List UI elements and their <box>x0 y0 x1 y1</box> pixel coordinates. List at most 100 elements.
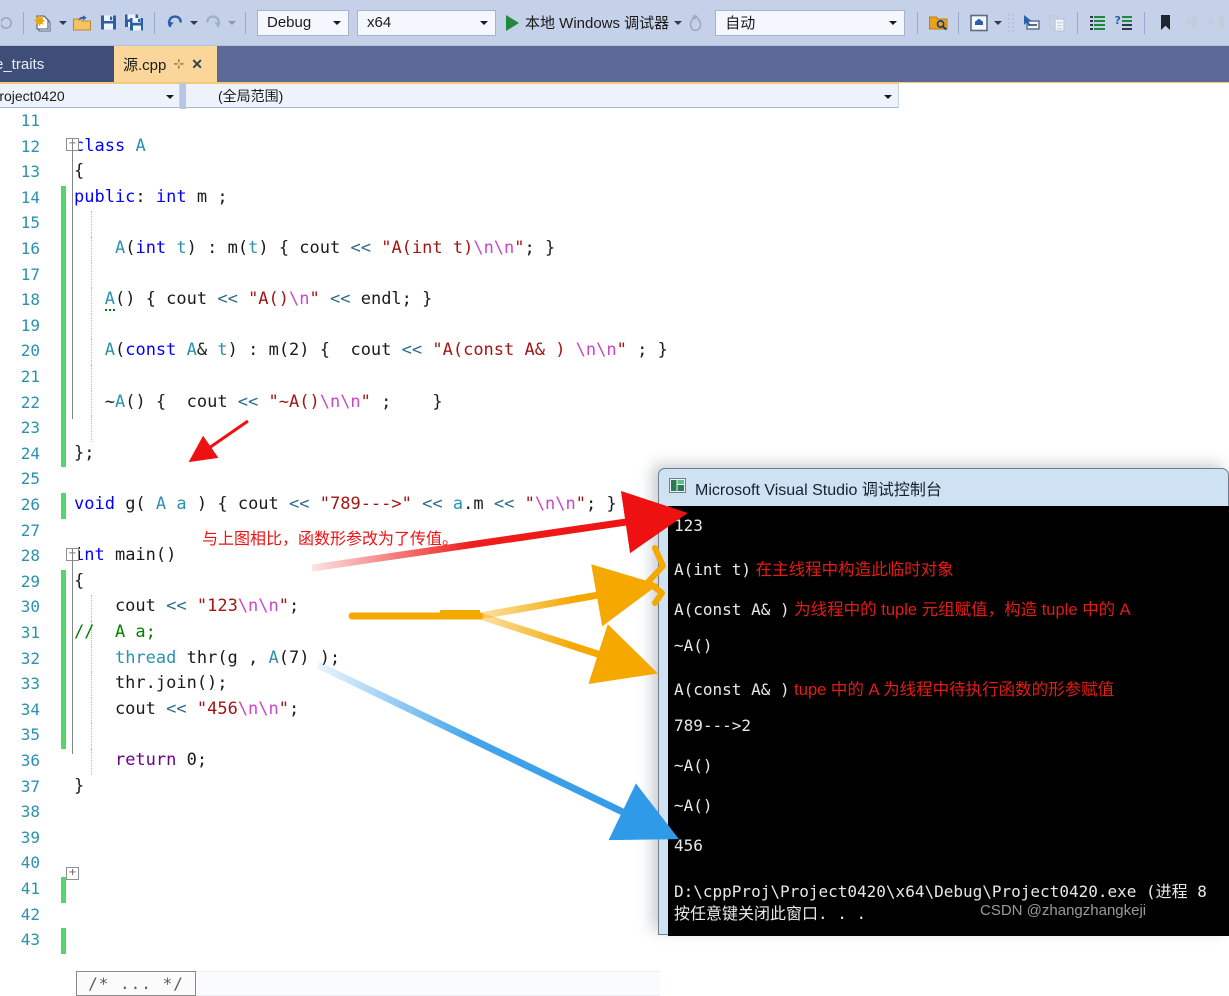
code-line[interactable]: 21 <box>0 365 1229 391</box>
line-number: 23 <box>20 418 40 438</box>
code-line[interactable]: 16 A(int t) : m(t) { cout << "A(int t)\n… <box>0 237 1229 263</box>
redo-dropdown-icon <box>226 10 238 36</box>
line-number: 31 <box>20 623 40 642</box>
change-bar <box>61 877 66 903</box>
line-number: 32 <box>20 648 40 668</box>
dotted-splitter-icon <box>1004 10 1018 36</box>
tab-source-cpp[interactable]: 源.cpp ⊹ ✕ <box>114 46 217 82</box>
line-number: 36 <box>20 751 40 770</box>
solution-configuration-select[interactable]: Debug <box>257 9 349 36</box>
code-line[interactable]: 24}; <box>0 441 1229 468</box>
indent-guide <box>91 365 93 391</box>
bookmark-icon[interactable] <box>1152 10 1178 36</box>
chevron-down-icon <box>884 88 892 104</box>
change-bar <box>61 288 66 314</box>
collapsed-region-box[interactable]: /* ... */ <box>76 971 196 996</box>
code-line[interactable]: 15 <box>0 211 1229 237</box>
toolbar-divider <box>1077 11 1079 34</box>
undo-icon[interactable] <box>162 10 188 36</box>
code-text: { <box>74 161 85 182</box>
fold-toggle-collapsed-region[interactable]: + <box>66 867 79 880</box>
line-number: 42 <box>20 904 40 924</box>
code-text: int main() <box>74 545 177 566</box>
save-icon[interactable] <box>95 10 121 36</box>
console-watermark: CSDN @zhangzhangkeji <box>980 902 1147 919</box>
console-line: 123 <box>674 516 703 535</box>
window-layout-dropdown-icon[interactable] <box>992 10 1004 36</box>
change-bar <box>61 928 66 954</box>
change-bar <box>61 697 66 724</box>
window-layout-icon[interactable] <box>966 10 992 36</box>
code-line[interactable]: 18 A() { cout << "A()\n" << endl; } <box>0 288 1229 314</box>
code-line[interactable]: 13 { <box>0 160 1229 186</box>
console-output[interactable]: 123 A(int t) 在主线程中构造此临时对象 A(const A& ) 为线程… <box>668 506 1229 936</box>
code-line[interactable]: 11 <box>0 109 1229 135</box>
undo-dropdown-icon[interactable] <box>188 10 200 36</box>
next-bookmark-icon <box>1204 10 1229 36</box>
new-item-icon[interactable] <box>31 10 57 36</box>
code-line[interactable]: 12 class A <box>0 135 1229 161</box>
save-all-icon[interactable] <box>121 10 147 36</box>
code-text: public: int m ; <box>74 186 228 207</box>
new-item-dropdown-icon[interactable] <box>57 10 69 36</box>
line-number: 33 <box>20 674 40 694</box>
solution-platform-select[interactable]: x64 <box>357 9 496 36</box>
select-element-icon[interactable] <box>1018 10 1044 36</box>
console-prompt-line: 按任意键关闭此窗口. . . <box>674 904 867 923</box>
console-line-text: ~A() <box>674 796 713 815</box>
tab-e-traits[interactable]: e_traits <box>0 46 114 82</box>
svg-text:?: ? <box>1114 14 1120 27</box>
play-icon <box>506 14 519 31</box>
line-number: 20 <box>20 341 40 361</box>
debug-console-window[interactable]: Microsoft Visual Studio 调试控制台 123 A(int t… <box>658 468 1229 936</box>
open-file-icon[interactable] <box>69 10 95 36</box>
line-number: 43 <box>20 930 40 950</box>
solution-configuration-value: Debug <box>267 14 312 31</box>
line-number: 21 <box>20 367 40 386</box>
start-debug-dropdown-icon[interactable] <box>672 10 684 36</box>
start-debug-button[interactable]: 本地 Windows 调试器 <box>506 12 669 33</box>
find-in-files-icon[interactable] <box>925 10 951 36</box>
debug-target-value: 自动 <box>725 15 756 32</box>
code-text: class A <box>74 135 146 156</box>
project-select[interactable]: Project0420 <box>0 83 180 108</box>
line-number: 39 <box>20 827 40 847</box>
format-document-icon[interactable] <box>1085 10 1111 36</box>
change-bar <box>61 185 66 212</box>
comment-selection-icon[interactable]: ? <box>1111 10 1137 36</box>
scope-select[interactable]: (全局范围) <box>186 83 899 108</box>
line-number: 13 <box>20 162 40 182</box>
editor-navigation-bar: Project0420 (全局范围) <box>0 82 1229 109</box>
project-select-value: Project0420 <box>0 87 65 104</box>
toolbar-divider <box>1144 11 1146 34</box>
code-line[interactable]: 17 <box>0 262 1229 289</box>
main-toolbar: Debug x64 本地 Windows 调试器 自动 ? <box>0 0 1229 46</box>
close-icon[interactable]: ✕ <box>191 56 203 73</box>
code-text: thread thr(g , A(7) ); <box>114 647 341 668</box>
code-line[interactable]: 22 ~A() { cout << "~A()\n\n" ; } <box>0 390 1229 417</box>
console-line-text: ~A() <box>674 636 713 655</box>
change-bar <box>61 365 66 391</box>
change-bar <box>61 390 66 417</box>
back-nav-icon[interactable] <box>0 10 16 36</box>
scope-select-value: (全局范围) <box>218 87 284 104</box>
change-bar <box>61 621 66 647</box>
code-text: cout << "456\n\n"; <box>74 698 300 719</box>
console-line-annotation: 为线程中的 tuple 元组赋值，构造 tuple 中的 A <box>789 601 1131 619</box>
console-title-bar[interactable]: Microsoft Visual Studio 调试控制台 <box>664 474 1228 502</box>
code-line[interactable]: 20 A(const A& t) : m(2) { cout << "A(con… <box>0 339 1229 365</box>
tab-source-cpp-label: 源.cpp <box>123 56 167 74</box>
pin-icon[interactable]: ⊹ <box>173 56 184 72</box>
debug-target-select[interactable]: 自动 <box>715 9 906 36</box>
code-text: // A a; <box>74 622 156 642</box>
navbar-filler <box>899 82 1229 109</box>
line-number: 16 <box>20 239 40 258</box>
code-line[interactable]: 23 <box>0 416 1229 442</box>
change-bar <box>61 339 66 365</box>
code-line[interactable]: 14 public: int m ; <box>0 185 1229 212</box>
class-block-guide <box>72 139 73 419</box>
line-number: 14 <box>20 187 40 207</box>
code-line[interactable]: 19 <box>0 313 1229 340</box>
console-exit-line: D:\cppProj\Project0420\x64\Debug\Project… <box>674 882 1207 901</box>
toolbar-divider <box>154 11 155 34</box>
